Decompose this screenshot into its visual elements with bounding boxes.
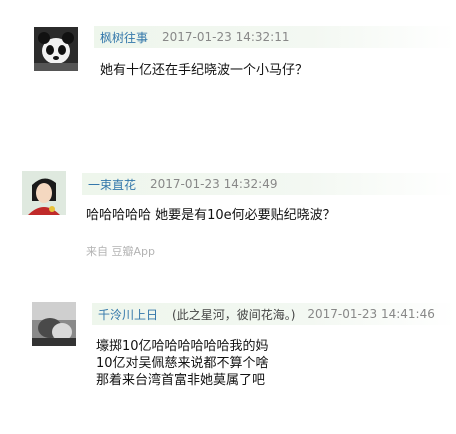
comment-header: 枫树往事 2017-01-23 14:32:11 [94,26,456,48]
comment-line: 壕掷10亿哈哈哈哈哈哈我的妈 [96,339,269,354]
avatar[interactable] [32,302,76,346]
username-link[interactable]: 枫树往事 [94,29,148,46]
source-label: 来自 豆瓣App [86,245,155,258]
comment-line: 哈哈哈哈哈 她要是有10e何必要贴纪晓波？ [86,208,336,223]
comment-text: 哈哈哈哈哈 她要是有10e何必要贴纪晓波？ [86,207,336,224]
comment-line: 那着来台湾首富非她莫属了吧 [96,373,266,388]
timestamp: 2017-01-23 14:32:49 [150,177,278,191]
comment-line: 她有十亿还在手纪晓波一个小马仔？ [100,63,309,78]
comment-text: 壕掷10亿哈哈哈哈哈哈我的妈 10亿对吴佩慈来说都不算个啥 那着来台湾首富非她莫… [96,338,269,389]
comment-header: 一束直花 2017-01-23 14:32:49 [82,173,456,195]
username-link[interactable]: 一束直花 [82,176,136,193]
comment-header: 千泠川上日 (此之星河，彼间花海。) 2017-01-23 14:41:46 [92,303,456,325]
avatar[interactable] [22,171,66,215]
comment-list: 枫树往事 2017-01-23 14:32:11 她有十亿还在手纪晓波一个小马仔… [0,0,456,434]
user-signature: (此之星河，彼间花海。) [172,307,296,322]
avatar[interactable] [34,27,78,71]
username-link[interactable]: 千泠川上日 [92,306,158,323]
comment-text: 她有十亿还在手纪晓波一个小马仔？ [100,62,308,79]
comment-line: 10亿对吴佩慈来说都不算个啥 [96,356,269,371]
timestamp: 2017-01-23 14:32:11 [162,30,290,44]
timestamp: 2017-01-23 14:41:46 [307,307,435,321]
